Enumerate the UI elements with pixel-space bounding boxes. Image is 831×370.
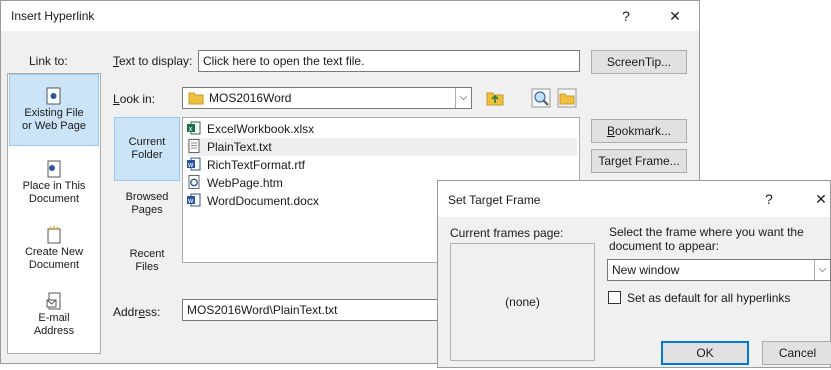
ok-button[interactable]: OK (661, 341, 749, 365)
tab-current-line1: Current (128, 136, 166, 148)
dialog-title: Set Target Frame (448, 193, 541, 207)
address-label-rest: ss: (145, 305, 161, 319)
web-page-icon (188, 175, 200, 189)
link-email-line2: Address (33, 325, 75, 337)
file-name: PlainText.txt (207, 140, 272, 154)
frames-preview-value: (none) (505, 295, 540, 309)
link-create-new-document[interactable]: Create New Document (9, 226, 99, 276)
help-button[interactable]: ? (615, 5, 637, 27)
link-existing-file-line1: Existing File (24, 107, 84, 119)
frames-preview: (none) (450, 243, 595, 361)
target-frame-label-rest: et Frame... (621, 154, 680, 168)
text-file-icon (188, 139, 200, 153)
list-item[interactable]: x ExcelWorkbook.xlsx (187, 120, 314, 138)
file-name: WebPage.htm (207, 176, 283, 190)
link-place-in-document[interactable]: Place in This Document (9, 160, 99, 210)
cancel-button[interactable]: Cancel (762, 341, 831, 365)
insert-hyperlink-titlebar: Insert Hyperlink ? ✕ (1, 1, 699, 31)
link-place-line1: Place in This (22, 180, 86, 192)
link-existing-file[interactable]: Existing File or Web Page (9, 74, 99, 146)
chevron-down-icon[interactable]: ⌵ (814, 260, 830, 280)
look-in-label: Look in: (113, 92, 156, 106)
file-name: WordDocument.docx (207, 194, 319, 208)
set-target-frame-dialog: Set Target Frame ? ✕ Current frames page… (437, 180, 831, 368)
link-to-label: Link to: (29, 54, 68, 68)
svg-text:x: x (189, 125, 193, 133)
tab-browsed-pages[interactable]: Browsed Pages (114, 191, 180, 231)
tab-recent-line1: Recent (129, 248, 165, 260)
select-frame-line2: document to appear: (609, 239, 720, 253)
list-item[interactable]: w WordDocument.docx (187, 192, 319, 210)
folder-icon (188, 92, 204, 105)
link-existing-file-line2: or Web Page (21, 120, 86, 132)
bookmark-button[interactable]: Bookmark... (591, 119, 687, 143)
default-checkbox-label[interactable]: Set as default for all hyperlinks (627, 291, 790, 305)
link-email-address[interactable]: E-mail Address (9, 292, 99, 348)
target-frame-titlebar: Set Target Frame ? ✕ (438, 181, 830, 217)
link-create-line2: Document (28, 259, 80, 271)
list-item[interactable]: w RichTextFormat.rtf (187, 156, 305, 174)
address-label: Address: (113, 305, 161, 319)
chevron-down-icon[interactable]: ⌵ (455, 88, 471, 108)
list-item[interactable]: WebPage.htm (187, 174, 283, 192)
text-to-display-label: Text to display: (113, 54, 193, 68)
create-new-document-icon (47, 226, 61, 244)
tab-recent-files[interactable]: Recent Files (114, 248, 180, 288)
look-in-dropdown[interactable]: MOS2016Word ⌵ (182, 87, 472, 109)
text-to-display-label-rest: ext to display: (119, 54, 193, 68)
tab-recent-line2: Files (135, 261, 159, 273)
tab-browsed-line1: Browsed (125, 191, 169, 203)
tab-current-line2: Folder (131, 149, 163, 161)
link-email-line1: E-mail (38, 312, 70, 324)
excel-file-icon: x (187, 121, 201, 135)
place-in-document-icon (47, 160, 61, 178)
svg-text:w: w (188, 197, 194, 205)
tab-current-folder[interactable]: Current Folder (114, 117, 180, 181)
target-frame-button[interactable]: Target Frame... (591, 149, 687, 173)
file-name: RichTextFormat.rtf (207, 158, 306, 172)
svg-text:w: w (188, 161, 194, 169)
up-folder-icon[interactable] (485, 88, 505, 108)
link-to-pane: Existing File or Web Page Place in This … (7, 73, 101, 354)
existing-file-icon (46, 87, 61, 105)
look-in-value: MOS2016Word (209, 91, 292, 105)
frame-select[interactable]: New window ⌵ (607, 259, 831, 281)
email-address-icon (46, 292, 61, 310)
select-frame-line1: Select the frame where you want the (609, 225, 804, 239)
close-icon[interactable]: ✕ (810, 188, 831, 210)
tab-browsed-line2: Pages (131, 204, 163, 216)
frame-select-value: New window (612, 263, 680, 277)
file-name: ExcelWorkbook.xlsx (207, 122, 315, 136)
link-create-line1: Create New (24, 246, 84, 258)
browse-web-icon[interactable] (531, 88, 551, 108)
current-frames-label: Current frames page: (450, 226, 564, 240)
screentip-button[interactable]: ScreenTip... (591, 50, 687, 74)
browse-file-icon[interactable] (557, 88, 577, 108)
dialog-title: Insert Hyperlink (11, 9, 95, 23)
word-file-icon: w (187, 157, 201, 171)
default-checkbox[interactable] (608, 291, 621, 304)
link-place-line2: Document (28, 193, 80, 205)
help-button[interactable]: ? (758, 188, 780, 210)
close-icon[interactable]: ✕ (664, 5, 686, 27)
word-file-icon: w (187, 193, 201, 207)
bookmark-label-rest: ookmark... (615, 124, 672, 138)
look-in-label-rest: ook in: (119, 92, 156, 106)
list-item[interactable]: PlainText.txt (187, 138, 577, 156)
text-to-display-input[interactable]: Click here to open the text file. (198, 50, 580, 72)
